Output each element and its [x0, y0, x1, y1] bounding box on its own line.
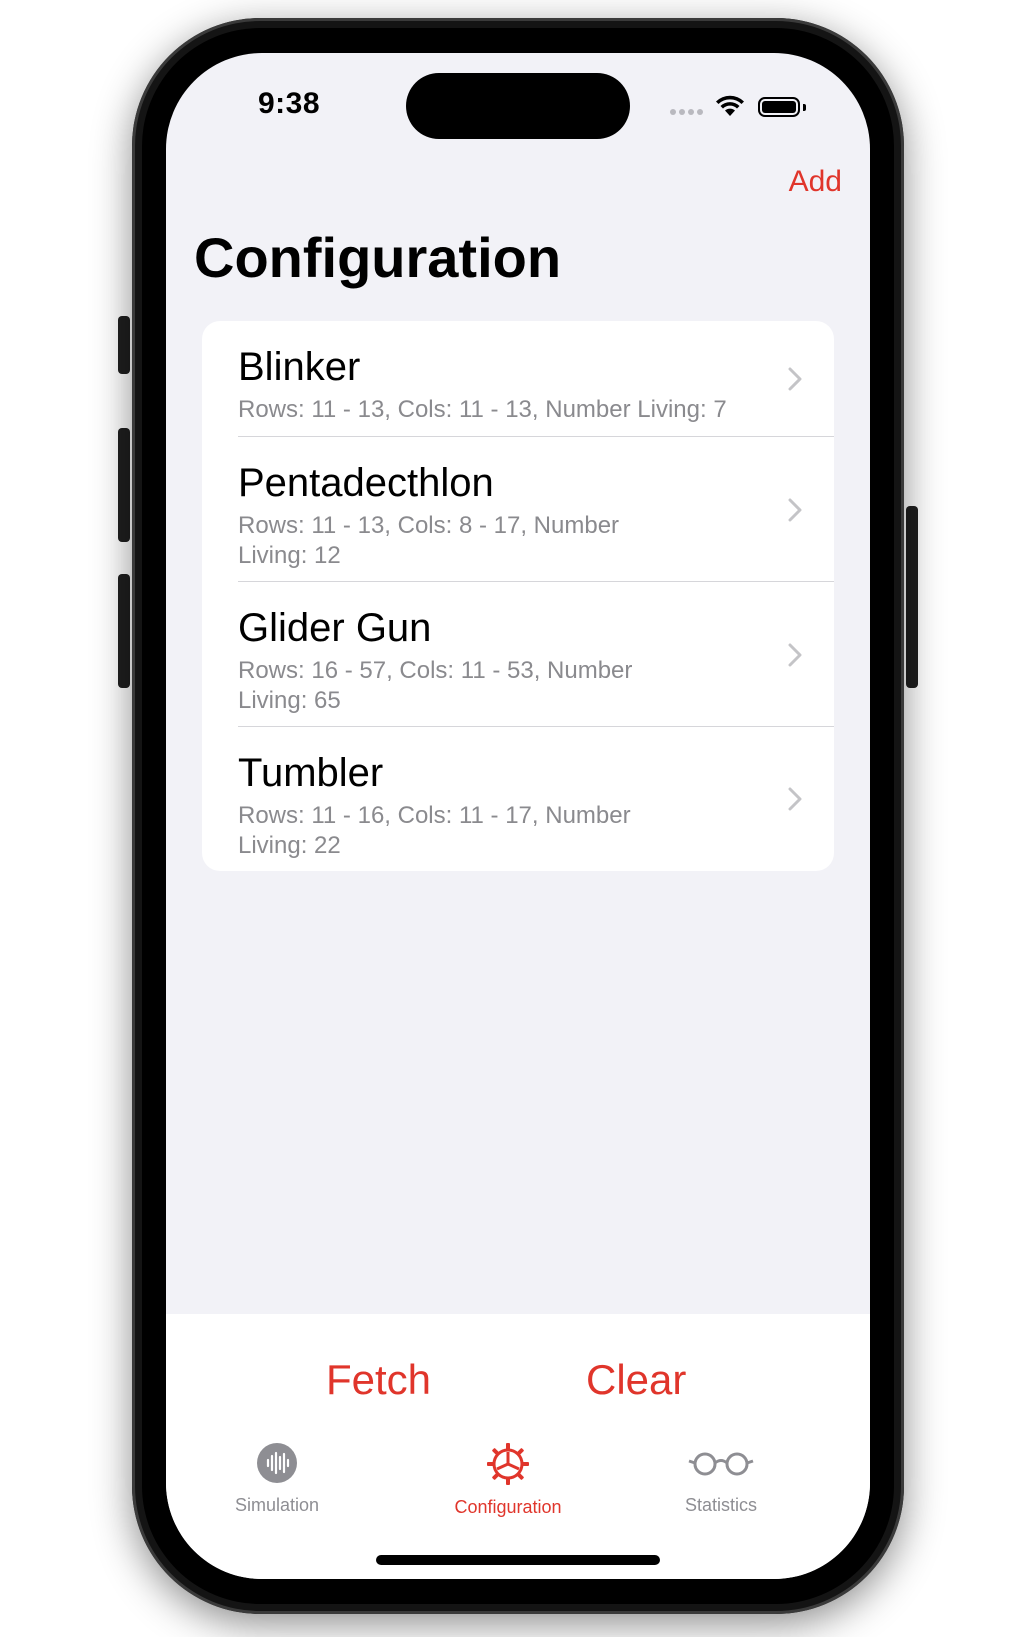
- detail-line: Rows: 11 - 16, Cols: 11 - 17, Number: [238, 802, 631, 829]
- tab-label: Simulation: [234, 1495, 320, 1515]
- list-item-detail: Rows: 11 - 16, Cols: 11 - 17, Number Livi…: [238, 801, 754, 861]
- battery-icon: [758, 97, 800, 117]
- gear-icon: [487, 1443, 529, 1485]
- tab-configuration[interactable]: Configuration: [408, 1442, 608, 1518]
- detail-line: Living: 12: [238, 542, 341, 569]
- device-stage: 9:38 Add Configuration Blinker Rows: 11 …: [0, 0, 1036, 1637]
- tab-simulation[interactable]: Simulation: [177, 1442, 377, 1516]
- page-title: Configuration: [194, 226, 562, 289]
- clear-button[interactable]: Clear: [586, 1356, 686, 1404]
- wifi-icon: [716, 95, 744, 116]
- configuration-list: Blinker Rows: 11 - 13, Cols: 11 - 13, Nu…: [202, 321, 834, 871]
- tab-label: Configuration: [454, 1497, 562, 1517]
- status-time: 9:38: [258, 87, 321, 120]
- tab-statistics[interactable]: Statistics: [621, 1442, 821, 1516]
- detail-line: Rows: 11 - 13, Cols: 8 - 17, Number: [238, 512, 620, 539]
- detail-line: Living: 22: [238, 832, 341, 859]
- detail-line: Rows: 16 - 57, Cols: 11 - 53, Number: [238, 657, 633, 684]
- status-indicators: [670, 93, 820, 123]
- chevron-right-icon: [788, 498, 802, 521]
- chevron-right-icon: [788, 643, 802, 666]
- volume-down-button: [118, 574, 130, 688]
- list-item-tumbler[interactable]: Tumbler Rows: 11 - 16, Cols: 11 - 17, Nu…: [202, 727, 834, 871]
- battery-tip: [803, 104, 806, 111]
- list-item-title: Tumbler: [238, 751, 384, 795]
- detail-line: Living: 65: [238, 687, 341, 714]
- bottom-bar: Fetch Clear Simulation Configuration Sta…: [166, 1314, 870, 1579]
- list-item-detail: Rows: 16 - 57, Cols: 11 - 53, Number Livi…: [238, 656, 754, 716]
- list-item-title: Blinker: [238, 345, 361, 389]
- home-indicator: [376, 1555, 660, 1565]
- add-button[interactable]: Add: [789, 165, 842, 199]
- app-screen: 9:38 Add Configuration Blinker Rows: 11 …: [166, 53, 870, 1579]
- glasses-icon: [688, 1452, 754, 1476]
- tab-label: Statistics: [684, 1495, 758, 1515]
- list-item-title: Pentadecthlon: [238, 461, 494, 505]
- list-item-title: Glider Gun: [238, 606, 432, 650]
- list-item-detail: Rows: 11 - 13, Cols: 8 - 17, Number Livin…: [238, 511, 754, 571]
- list-item-detail: Rows: 11 - 13, Cols: 11 - 13, Number Liv…: [238, 396, 727, 423]
- list-item-glider-gun[interactable]: Glider Gun Rows: 16 - 57, Cols: 11 - 53,…: [202, 582, 834, 727]
- chevron-right-icon: [788, 367, 802, 391]
- list-item-pentadecthlon[interactable]: Pentadecthlon Rows: 11 - 13, Cols: 8 - 1…: [202, 437, 834, 582]
- fetch-button[interactable]: Fetch: [326, 1356, 431, 1404]
- waveform-icon: [257, 1443, 297, 1483]
- chevron-right-icon: [788, 787, 802, 811]
- action-button: [118, 316, 130, 374]
- volume-up-button: [118, 428, 130, 542]
- list-item-blinker[interactable]: Blinker Rows: 11 - 13, Cols: 11 - 13, Nu…: [202, 321, 834, 437]
- cellular-signal-icon: [670, 109, 703, 115]
- power-button: [906, 506, 918, 688]
- dynamic-island: [406, 73, 630, 139]
